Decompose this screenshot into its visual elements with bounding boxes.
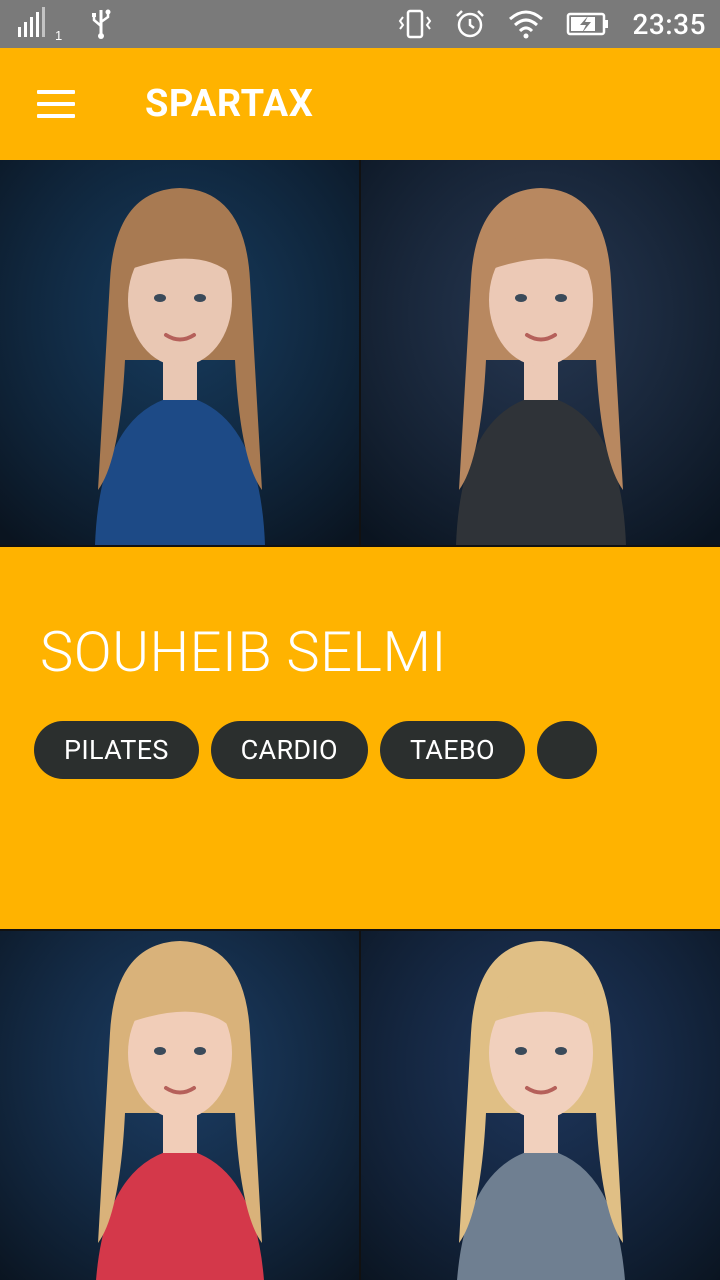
portrait-image xyxy=(361,931,720,1280)
trainer-tags: PILATES CARDIO TAEBO xyxy=(34,721,597,779)
status-time: 23:35 xyxy=(632,7,706,41)
tag-chip-more[interactable] xyxy=(536,721,597,779)
photo-row-top xyxy=(0,160,720,545)
portrait-image xyxy=(0,160,359,545)
alarm-icon xyxy=(454,8,486,40)
app-bar: SPARTAX xyxy=(0,48,720,160)
sim-slot-label: 1 xyxy=(55,28,62,41)
menu-button[interactable] xyxy=(0,48,112,160)
trainer-photo-1[interactable] xyxy=(0,160,359,545)
status-bar-right: 23:35 xyxy=(398,8,706,41)
wifi-icon xyxy=(508,9,544,39)
app-title: SPARTAX xyxy=(145,82,314,126)
signal-icon: 1 xyxy=(16,7,64,41)
status-bar-left: 1 xyxy=(16,7,112,41)
battery-charging-icon xyxy=(566,11,610,37)
trainer-photo-4[interactable] xyxy=(361,931,720,1280)
portrait-image xyxy=(361,160,720,545)
usb-icon xyxy=(90,8,112,40)
tag-chip-taebo[interactable]: TAEBO xyxy=(379,721,525,779)
tag-chip-cardio[interactable]: CARDIO xyxy=(210,721,368,779)
trainer-name: SOUHEIB SELMI xyxy=(40,619,447,685)
vibrate-icon xyxy=(398,9,432,39)
trainer-info-panel: SOUHEIB SELMI PILATES CARDIO TAEBO xyxy=(0,545,720,931)
trainer-photo-2[interactable] xyxy=(361,160,720,545)
hamburger-menu-icon xyxy=(37,90,75,118)
tag-chip-pilates[interactable]: PILATES xyxy=(34,721,199,779)
portrait-image xyxy=(0,931,359,1280)
trainer-photo-3[interactable] xyxy=(0,931,359,1280)
status-bar: 1 23:35 xyxy=(0,0,720,48)
photo-row-bottom xyxy=(0,931,720,1280)
